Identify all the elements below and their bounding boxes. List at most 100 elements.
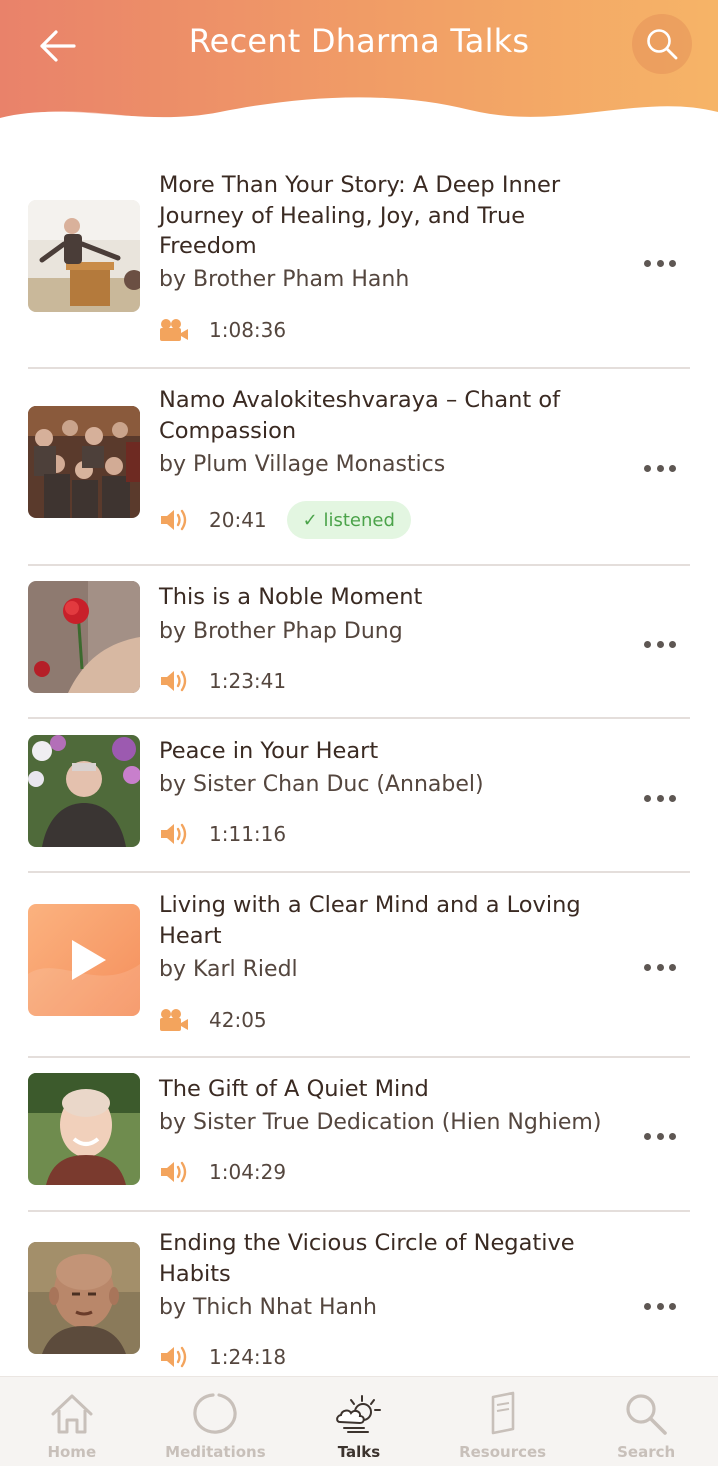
dot bbox=[669, 640, 676, 648]
nav-label: Home bbox=[47, 1443, 97, 1461]
divider bbox=[28, 717, 690, 719]
header-search-button[interactable] bbox=[632, 14, 692, 74]
talk-meta: 20:41 ✓ listened bbox=[159, 500, 411, 540]
dot bbox=[644, 1132, 651, 1140]
talk-duration: 1:08:36 bbox=[209, 318, 287, 342]
more-options-button[interactable] bbox=[636, 453, 684, 483]
video-camera-icon bbox=[159, 317, 189, 343]
more-options-button[interactable] bbox=[636, 248, 684, 278]
talk-meta: 1:11:16 bbox=[159, 814, 286, 854]
header-wave-background bbox=[0, 0, 718, 140]
nav-label: Talks bbox=[337, 1443, 381, 1461]
more-options-button[interactable] bbox=[636, 1291, 684, 1321]
nav-label: Resources bbox=[459, 1443, 547, 1461]
speaker-icon bbox=[159, 1344, 189, 1370]
home-icon bbox=[47, 1391, 97, 1437]
book-icon bbox=[478, 1391, 528, 1437]
nav-item-resources[interactable]: Resources bbox=[431, 1377, 575, 1466]
divider bbox=[28, 871, 690, 873]
nav-item-search[interactable]: Search bbox=[574, 1377, 718, 1466]
more-options-button[interactable] bbox=[636, 1121, 684, 1151]
talk-title: Ending the Vicious Circle of Negative Ha… bbox=[159, 1230, 575, 1287]
talk-title: Namo Avalokiteshvaraya – Chant of Compas… bbox=[159, 387, 561, 444]
talk-title: Peace in Your Heart bbox=[159, 738, 379, 764]
talk-title: This is a Noble Moment bbox=[159, 584, 423, 610]
nav-item-meditations[interactable]: Meditations bbox=[144, 1377, 288, 1466]
talk-thumbnail bbox=[28, 406, 140, 518]
talk-meta: 1:04:29 bbox=[159, 1152, 286, 1192]
talk-item[interactable]: Namo Avalokiteshvaraya – Chant of Compas… bbox=[28, 383, 690, 567]
video-camera-icon bbox=[159, 1007, 189, 1033]
dot bbox=[644, 1302, 651, 1310]
talk-author: by Sister Chan Duc (Annabel) bbox=[159, 772, 484, 797]
talk-author: by Karl Riedl bbox=[159, 957, 298, 982]
talk-author: by Brother Phap Dung bbox=[159, 619, 403, 644]
talk-item[interactable]: Peace in Your Heart by Sister Chan Duc (… bbox=[28, 734, 690, 874]
talk-duration: 1:24:18 bbox=[209, 1345, 287, 1369]
dot bbox=[656, 259, 664, 267]
dot bbox=[669, 464, 676, 472]
divider bbox=[28, 1210, 690, 1212]
speaker-icon bbox=[159, 1159, 189, 1185]
dot bbox=[644, 794, 651, 802]
talk-author: by Plum Village Monastics bbox=[159, 452, 446, 477]
nav-label: Meditations bbox=[165, 1443, 266, 1461]
talk-thumbnail bbox=[28, 581, 140, 693]
more-options-button[interactable] bbox=[636, 629, 684, 659]
talk-title: More Than Your Story: A Deep Inner Journ… bbox=[159, 172, 561, 259]
dot bbox=[644, 963, 651, 971]
talk-duration: 1:04:29 bbox=[209, 1160, 287, 1184]
dot bbox=[644, 640, 651, 648]
talk-item[interactable]: Living with a Clear Mind and a Loving He… bbox=[28, 888, 690, 1058]
nav-label: Search bbox=[617, 1443, 676, 1461]
listened-badge: ✓ listened bbox=[286, 501, 411, 539]
divider bbox=[28, 367, 690, 369]
speaker-icon bbox=[159, 668, 189, 694]
dot bbox=[669, 1132, 676, 1140]
talk-meta: 1:24:18 bbox=[159, 1337, 286, 1377]
talk-meta: 42:05 bbox=[159, 1000, 267, 1040]
talk-item[interactable]: More Than Your Story: A Deep Inner Journ… bbox=[28, 168, 690, 369]
talk-item[interactable]: The Gift of A Quiet Mind by Sister True … bbox=[28, 1072, 690, 1212]
dot bbox=[644, 259, 651, 267]
talk-thumbnail bbox=[28, 1242, 140, 1354]
dot bbox=[669, 259, 676, 267]
dot bbox=[656, 464, 664, 472]
more-options-button[interactable] bbox=[636, 952, 684, 982]
divider bbox=[28, 1056, 690, 1058]
speaker-icon bbox=[159, 507, 189, 533]
dot bbox=[656, 1302, 664, 1310]
talk-duration: 20:41 bbox=[209, 508, 267, 532]
talk-duration: 42:05 bbox=[209, 1008, 267, 1032]
talk-thumbnail bbox=[28, 1073, 140, 1185]
bottom-navigation: Home Meditations Talks Resources Search bbox=[0, 1376, 718, 1466]
talk-thumbnail bbox=[28, 200, 140, 312]
talk-item[interactable]: This is a Noble Moment by Brother Phap D… bbox=[28, 580, 690, 720]
circle-icon bbox=[190, 1391, 240, 1437]
speaker-icon bbox=[159, 821, 189, 847]
talk-author: by Sister True Dedication (Hien Nghiem) bbox=[159, 1110, 602, 1135]
talk-title: The Gift of A Quiet Mind bbox=[159, 1076, 429, 1102]
app-header: Recent Dharma Talks bbox=[0, 0, 718, 140]
nav-item-home[interactable]: Home bbox=[0, 1377, 144, 1466]
divider bbox=[28, 564, 690, 566]
talk-thumbnail bbox=[28, 735, 140, 847]
talk-item[interactable]: Ending the Vicious Circle of Negative Ha… bbox=[28, 1226, 690, 1376]
page-title: Recent Dharma Talks bbox=[188, 22, 530, 60]
dot bbox=[656, 1132, 664, 1140]
talk-thumbnail bbox=[28, 904, 140, 1016]
dot bbox=[669, 1302, 676, 1310]
nav-item-talks[interactable]: Talks bbox=[287, 1377, 431, 1466]
talk-meta: 1:23:41 bbox=[159, 661, 286, 701]
dot bbox=[656, 963, 664, 971]
talk-title: Living with a Clear Mind and a Loving He… bbox=[159, 892, 581, 949]
dot bbox=[669, 794, 676, 802]
sun-cloud-icon bbox=[334, 1391, 384, 1437]
search-icon bbox=[647, 29, 678, 60]
talk-duration: 1:23:41 bbox=[209, 669, 287, 693]
search-icon bbox=[621, 1391, 671, 1437]
more-options-button[interactable] bbox=[636, 783, 684, 813]
talk-duration: 1:11:16 bbox=[209, 822, 287, 846]
dot bbox=[644, 464, 651, 472]
talk-meta: 1:08:36 bbox=[159, 310, 286, 350]
